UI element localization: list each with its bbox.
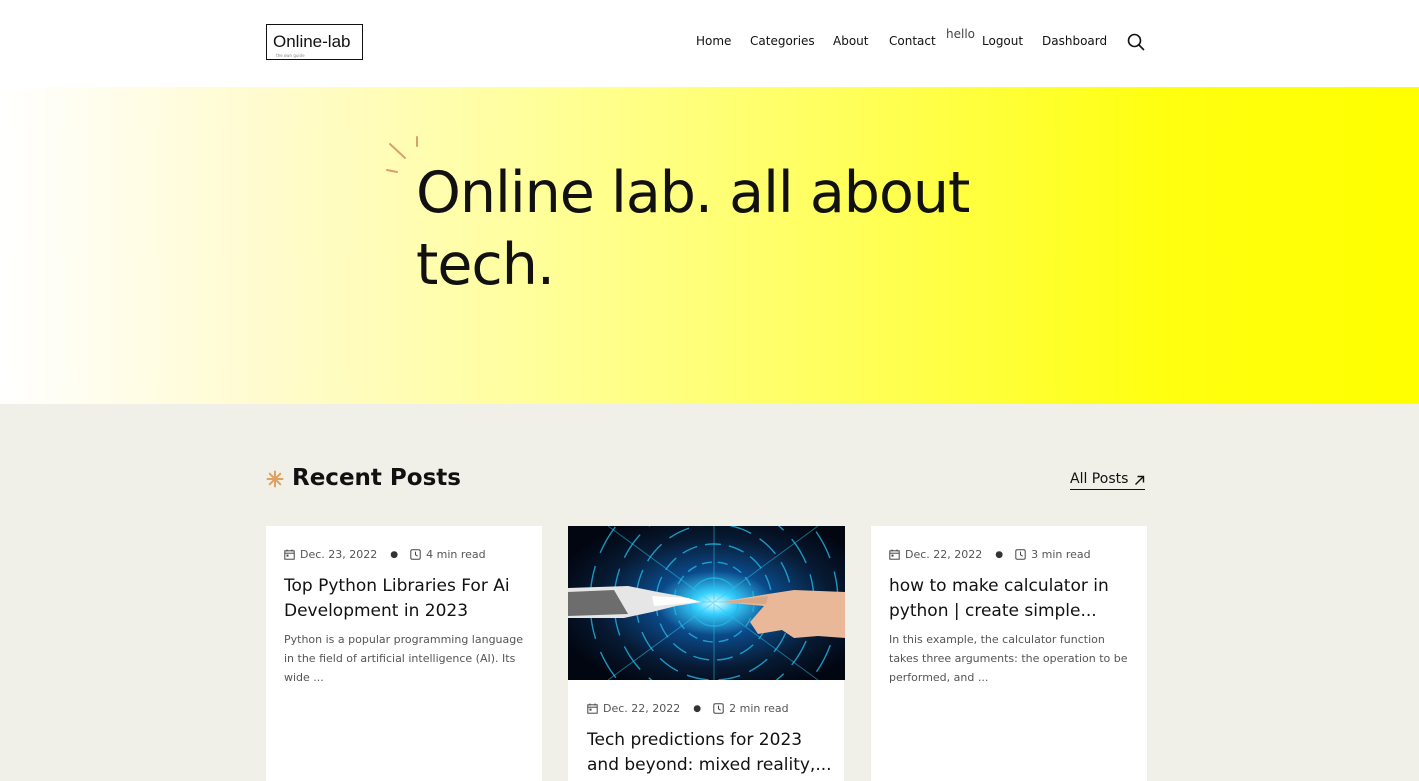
recent-posts-heading: Recent Posts [292, 465, 461, 491]
site-logo[interactable]: Online-lab the own guide [266, 24, 363, 60]
calendar-icon [587, 703, 598, 714]
post-title[interactable]: Tech predictions for 2023 and beyond: mi… [587, 728, 832, 778]
nav-dashboard[interactable]: Dashboard [1042, 34, 1107, 48]
site-header: Online-lab the own guide Home Categories… [0, 0, 1419, 87]
all-posts-link[interactable]: All Posts [1070, 471, 1146, 490]
post-read-time: 3 min read [1031, 548, 1091, 561]
calendar-icon [889, 549, 900, 560]
user-greeting: hello [946, 27, 975, 41]
post-read-time: 4 min read [426, 548, 486, 561]
nav-logout[interactable]: Logout [982, 34, 1023, 48]
hero-title: Online lab. all about tech. [416, 160, 970, 298]
post-excerpt: Python is a popular programming language… [284, 633, 524, 684]
clock-icon [410, 549, 421, 560]
post-meta: Dec. 22, 2022 ● 3 min read [889, 548, 1091, 561]
post-card[interactable]: Dec. 23, 2022 ● 4 min read Top Python Li… [266, 526, 542, 781]
all-posts-label: All Posts [1070, 471, 1129, 487]
meta-separator: ● [995, 549, 1004, 560]
post-meta: Dec. 23, 2022 ● 4 min read [284, 548, 486, 561]
meta-separator: ● [390, 549, 399, 560]
nav-home[interactable]: Home [696, 34, 731, 48]
logo-tagline: the own guide [276, 53, 305, 58]
logo-text: Online-lab [273, 32, 351, 51]
post-read-time: 2 min read [729, 702, 789, 715]
search-icon[interactable] [1127, 33, 1145, 51]
post-excerpt: In this example, the calculator function… [889, 633, 1128, 684]
asterisk-icon [266, 470, 284, 488]
arrow-up-right-icon [1134, 474, 1145, 485]
calendar-icon [284, 549, 295, 560]
post-date: Dec. 22, 2022 [905, 548, 983, 561]
post-date: Dec. 22, 2022 [603, 702, 681, 715]
post-card[interactable]: Dec. 22, 2022 ● 3 min read how to make c… [871, 526, 1147, 781]
post-date: Dec. 23, 2022 [300, 548, 378, 561]
nav-categories[interactable]: Categories [750, 34, 815, 48]
meta-separator: ● [693, 703, 702, 714]
nav-contact[interactable]: Contact [889, 34, 936, 48]
clock-icon [713, 703, 724, 714]
post-card[interactable]: Dec. 22, 2022 ● 2 min read Tech predicti… [568, 526, 845, 781]
post-meta: Dec. 22, 2022 ● 2 min read [587, 702, 789, 715]
post-image[interactable] [568, 526, 845, 680]
post-title[interactable]: how to make calculator in python | creat… [889, 574, 1134, 624]
nav-about[interactable]: About [833, 34, 868, 48]
post-title[interactable]: Top Python Libraries For Ai Development … [284, 574, 529, 624]
clock-icon [1015, 549, 1026, 560]
